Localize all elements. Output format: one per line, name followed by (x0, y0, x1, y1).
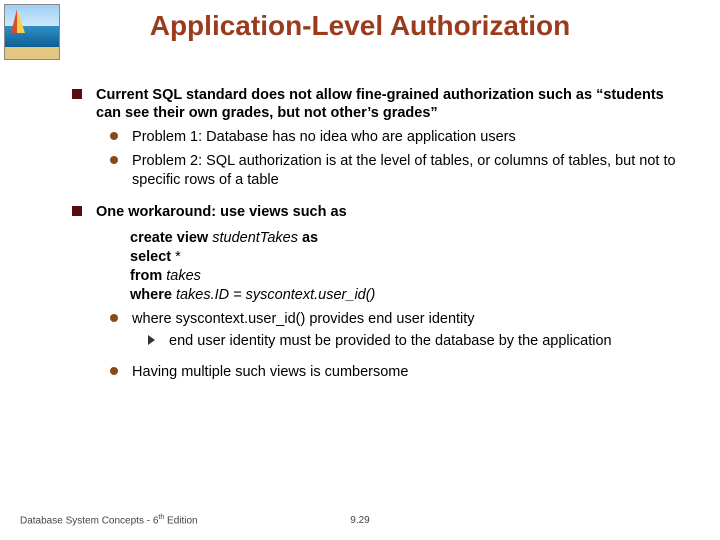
sub-bullet-item: Having multiple such views is cumbersome (110, 363, 680, 381)
slide: Application-Level Authorization Current … (0, 0, 720, 540)
sub-bullet-item: Problem 1: Database has no idea who are … (110, 128, 680, 146)
code-ident: takes (166, 268, 201, 284)
square-bullet-icon (72, 206, 82, 216)
circle-bullet-icon (110, 367, 118, 375)
slide-body: Current SQL standard does not allow fine… (72, 78, 680, 385)
sub-bullet-text: Problem 1: Database has no idea who are … (132, 128, 678, 146)
footer-page-number: 9.29 (0, 515, 720, 526)
code-keyword: select (130, 249, 171, 265)
code-text: * (171, 249, 181, 265)
sub-bullet-item: Problem 2: SQL authorization is at the l… (110, 152, 680, 188)
circle-bullet-icon (110, 314, 118, 322)
sub-sub-bullet-item: end user identity must be provided to th… (148, 332, 680, 350)
bullet-item: One workaround: use views such as (72, 203, 680, 221)
code-block: create view studentTakes as select * fro… (130, 229, 680, 305)
sub-bullet-item: where syscontext.user_id() provides end … (110, 310, 680, 328)
code-ident: takes.ID = syscontext.user_id() (176, 287, 375, 303)
arrow-bullet-icon (148, 335, 155, 345)
bullet-item: Current SQL standard does not allow fine… (72, 86, 680, 122)
code-line: from takes (130, 267, 680, 285)
bullet-text: One workaround: use views such as (96, 203, 678, 221)
sub-bullet-text: Having multiple such views is cumbersome (132, 363, 678, 381)
circle-bullet-icon (110, 156, 118, 164)
code-line: where takes.ID = syscontext.user_id() (130, 286, 680, 304)
code-keyword: from (130, 268, 166, 284)
bullet-text: Current SQL standard does not allow fine… (96, 86, 678, 122)
sub-bullet-text: where syscontext.user_id() provides end … (132, 310, 678, 328)
circle-bullet-icon (110, 132, 118, 140)
slide-title: Application-Level Authorization (0, 10, 720, 42)
sub-sub-bullet-text: end user identity must be provided to th… (169, 332, 677, 350)
code-keyword: create view (130, 230, 212, 246)
code-ident: studentTakes (212, 230, 302, 246)
sub-bullet-text: Problem 2: SQL authorization is at the l… (132, 152, 678, 188)
code-line: create view studentTakes as (130, 229, 680, 247)
square-bullet-icon (72, 89, 82, 99)
code-keyword: where (130, 287, 176, 303)
code-keyword: as (302, 230, 318, 246)
code-line: select * (130, 248, 680, 266)
